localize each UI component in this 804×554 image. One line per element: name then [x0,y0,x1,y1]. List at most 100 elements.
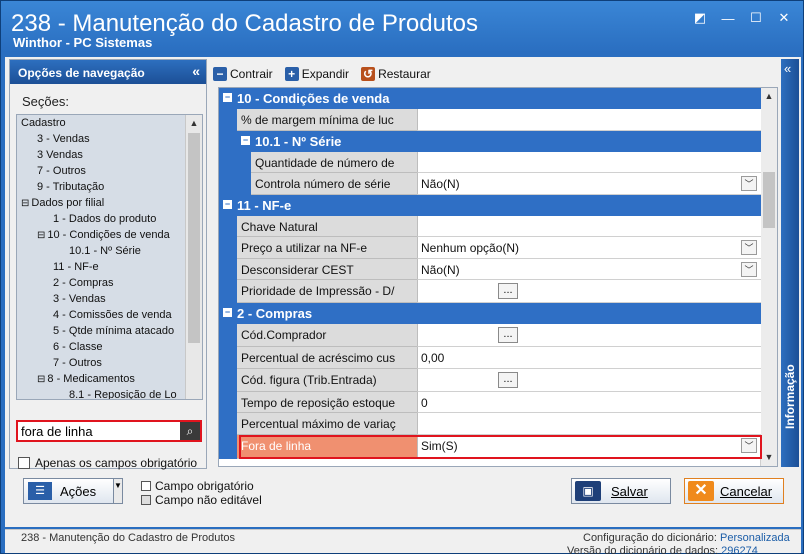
grid-property-row[interactable]: Quantidade de número de [219,151,761,173]
checkbox-box[interactable] [18,457,30,469]
dict-config: Configuração do dicionário: Personalizad… [583,532,790,544]
scroll-down-icon[interactable]: ▼ [761,449,777,466]
grid-category-row[interactable]: −10 - Condições de venda [219,88,761,109]
tree-item[interactable]: 4 - Comissões de venda [17,307,202,323]
property-label: Quantidade de número de [251,151,417,173]
property-value[interactable] [417,109,761,131]
chevron-down-icon[interactable]: ﹀ [741,261,757,277]
property-value[interactable]: 0 [417,391,761,413]
property-value[interactable]: Nenhum opção(N) ﹀ [417,237,761,259]
grid-property-row[interactable]: Tempo de reposição estoque 0 [219,391,761,413]
scroll-up-icon[interactable]: ▲ [761,88,777,105]
property-value[interactable]: ... [417,368,761,392]
grid-scroll-thumb[interactable] [763,172,775,228]
field-search-box: ⌕ [16,420,202,442]
tree-item[interactable]: 7 - Outros [17,163,202,179]
collapse-category-icon[interactable]: − [241,135,250,145]
search-icon[interactable]: ⌕ [180,422,200,440]
collapse-category-icon[interactable]: − [223,308,232,317]
tree-item[interactable]: 9 - Tributação [17,179,202,195]
info-panel-label: Informação [783,364,797,429]
tree-item[interactable]: 11 - NF-e [17,259,202,275]
title-bar: 238 - Manutenção do Cadastro de Produtos… [1,1,803,53]
property-value[interactable] [417,413,761,435]
grid-category-row[interactable]: −10.1 - Nº Série [219,130,761,152]
actions-dropdown-icon[interactable]: ▼ [113,478,123,504]
collapse-category-icon[interactable]: − [223,199,232,209]
collapse-button[interactable]: − Contrair [213,67,273,81]
tree-toggle-icon[interactable]: ⊟ [37,374,45,385]
dict-config-label: Configuração do dicionário: [583,532,717,544]
cancel-button[interactable]: ✕ Cancelar [684,478,784,504]
grid-category-row[interactable]: −11 - NF-e [219,194,761,216]
collapse-category-icon[interactable]: − [223,93,232,102]
property-value[interactable] [417,151,761,173]
required-only-checkbox[interactable]: Apenas os campos obrigatório [18,456,197,470]
grid-property-row[interactable]: Cód.Comprador... [219,324,761,347]
tree-item[interactable]: 3 - Vendas [17,131,202,147]
expand-button[interactable]: + Expandir [284,67,349,81]
tree-item[interactable]: 3 Vendas [17,147,202,163]
tree-item[interactable]: ⊟ 8 - Medicamentos [17,371,202,387]
tree-item[interactable]: ⊟ 10 - Condições de venda [17,227,202,243]
property-value[interactable]: Não(N) ﹀ [417,258,761,280]
property-value[interactable] [417,215,761,237]
property-grid: ▲ ▼ −10 - Condições de venda% de margem … [218,87,778,467]
tree-item-label: Dados por filial [31,197,105,209]
save-button[interactable]: ▣ Salvar [571,478,671,504]
grid-property-row[interactable]: Prioridade de Impressão - D/... [219,280,761,303]
tree-item-label: 5 - Qtde mínima atacado [53,325,175,337]
tree-item-label: 3 - Vendas [53,293,106,305]
grid-property-row[interactable]: Cód. figura (Trib.Entrada)... [219,368,761,392]
tree-item[interactable]: 7 - Outros [17,355,202,371]
grid-property-row[interactable]: % de margem mínima de luc [219,109,761,131]
info-panel[interactable]: « Informação [781,59,799,467]
field-search-input[interactable] [18,422,178,440]
tree-item[interactable]: 6 - Classe [17,339,202,355]
tree-item[interactable]: 1 - Dados do produto [17,211,202,227]
tree-item[interactable]: 5 - Qtde mínima atacado [17,323,202,339]
ellipsis-button[interactable]: ... [498,327,518,343]
chevron-down-icon[interactable]: ﹀ [741,437,757,453]
chevron-down-icon[interactable]: ﹀ [741,176,757,191]
tree-item[interactable]: Cadastro [17,115,202,131]
dict-config-value[interactable]: Personalizada [720,532,790,544]
ellipsis-button[interactable]: ... [498,371,518,388]
property-value[interactable]: ... [417,280,761,303]
grid-property-row[interactable]: Preço a utilizar na NF-e Nenhum opção(N) ﹀ [219,237,761,259]
row-gutter [219,368,237,392]
grid-property-row[interactable]: Chave Natural [219,215,761,237]
property-value[interactable]: 0,00 [417,347,761,369]
grid-property-row[interactable]: Desconsiderar CEST Não(N) ﹀ [219,258,761,280]
collapse-nav-icon[interactable]: « [192,63,200,79]
actions-button[interactable]: ☰ Ações [23,478,123,504]
minimize-button[interactable]: — [717,9,739,27]
dict-version-value: 296274 [721,545,758,554]
chevron-down-icon[interactable]: ﹀ [741,240,757,255]
ellipsis-button[interactable]: ... [498,283,518,299]
grid-scrollbar[interactable]: ▲ ▼ [760,88,777,466]
dict-version: Versão do dicionário de dados: 296274 [567,545,758,554]
tree-item[interactable]: 10.1 - Nº Série [17,243,202,259]
tree-item[interactable]: 8.1 - Reposição de Lo [17,387,202,399]
tree-item[interactable]: 2 - Compras [17,275,202,291]
grid-property-row[interactable]: Fora de linha Sim(S) ﹀ [219,434,762,459]
close-button[interactable]: ✕ [773,9,795,27]
tree-toggle-icon[interactable]: ⊟ [37,230,45,241]
property-value[interactable]: ... [417,324,761,347]
tree-item[interactable]: 3 - Vendas [17,291,202,307]
expand-info-icon[interactable]: « [784,61,791,76]
maximize-button[interactable]: ☐ [745,9,767,27]
property-value-text: 0,00 [421,351,445,365]
restore-button[interactable]: ↺ Restaurar [361,67,431,81]
tree-toggle-icon[interactable]: ⊟ [21,198,29,209]
restore-layout-icon[interactable]: ◩ [689,9,711,27]
grid-category-row[interactable]: −2 - Compras [219,303,761,324]
tree-item[interactable]: ⊟ Dados por filial [17,195,202,211]
property-value[interactable]: Sim(S) ﹀ [417,434,761,459]
property-value[interactable]: Não(N) ﹀ [417,173,761,195]
grid-property-row[interactable]: Percentual máximo de variaç [219,413,761,435]
tree-item-label: 3 - Vendas [37,133,90,145]
grid-property-row[interactable]: Percentual de acréscimo cus 0,00 [219,347,761,369]
grid-property-row[interactable]: Controla número de série Não(N) ﹀ [219,173,761,195]
